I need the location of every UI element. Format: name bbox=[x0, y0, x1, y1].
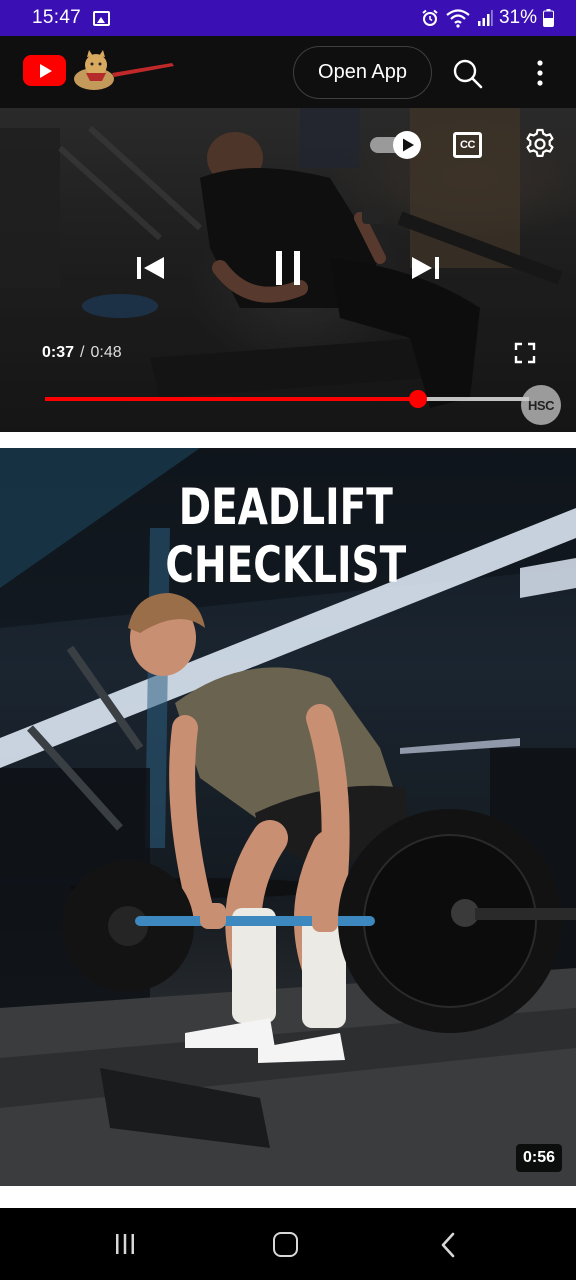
cc-icon[interactable]: CC bbox=[453, 132, 482, 158]
recents-icon[interactable] bbox=[114, 1233, 136, 1255]
total-duration: 0:48 bbox=[90, 344, 122, 361]
settings-gear-icon[interactable] bbox=[524, 128, 556, 160]
previous-icon[interactable] bbox=[134, 252, 166, 284]
battery-icon bbox=[543, 9, 554, 27]
video-player[interactable]: CC 0:37 / 0:48 HSC bbox=[0, 108, 576, 432]
gallery-icon bbox=[93, 10, 111, 26]
divider bbox=[0, 432, 576, 448]
search-icon[interactable] bbox=[450, 56, 486, 92]
duration-badge: 0:56 bbox=[516, 1144, 563, 1172]
wifi-icon bbox=[446, 9, 470, 28]
pause-icon[interactable] bbox=[272, 248, 304, 288]
open-app-button[interactable]: Open App bbox=[293, 46, 432, 99]
time-separator: / bbox=[80, 344, 85, 361]
time-display: 0:37 / 0:48 bbox=[42, 344, 122, 362]
home-icon[interactable] bbox=[273, 1232, 298, 1257]
thumbnail-title: DEADLIFT CHECKLIST bbox=[165, 478, 407, 594]
progress-played bbox=[45, 397, 419, 401]
doodle-logo-icon[interactable] bbox=[72, 49, 176, 93]
fullscreen-icon[interactable] bbox=[514, 342, 536, 364]
progress-bar[interactable] bbox=[45, 390, 529, 408]
next-icon[interactable] bbox=[410, 252, 442, 284]
signal-icon bbox=[477, 10, 493, 26]
battery-percent: 31% bbox=[498, 7, 537, 28]
status-bar: 15:47 31% bbox=[0, 0, 576, 36]
next-item-peek bbox=[0, 1186, 576, 1208]
alarm-icon bbox=[422, 9, 438, 26]
channel-watermark[interactable]: HSC bbox=[521, 385, 561, 425]
back-icon[interactable] bbox=[440, 1232, 456, 1258]
youtube-logo-icon[interactable] bbox=[23, 55, 66, 86]
autoplay-toggle-icon[interactable] bbox=[369, 130, 425, 160]
current-time: 0:37 bbox=[42, 344, 75, 361]
status-time: 15:47 bbox=[32, 7, 82, 28]
app-header: Open App bbox=[0, 36, 576, 108]
more-vert-icon[interactable] bbox=[526, 56, 554, 92]
video-thumbnail[interactable]: DEADLIFT CHECKLIST 0:56 bbox=[0, 448, 576, 1186]
status-icons: 31% bbox=[421, 7, 554, 29]
system-nav-bar bbox=[0, 1208, 576, 1280]
